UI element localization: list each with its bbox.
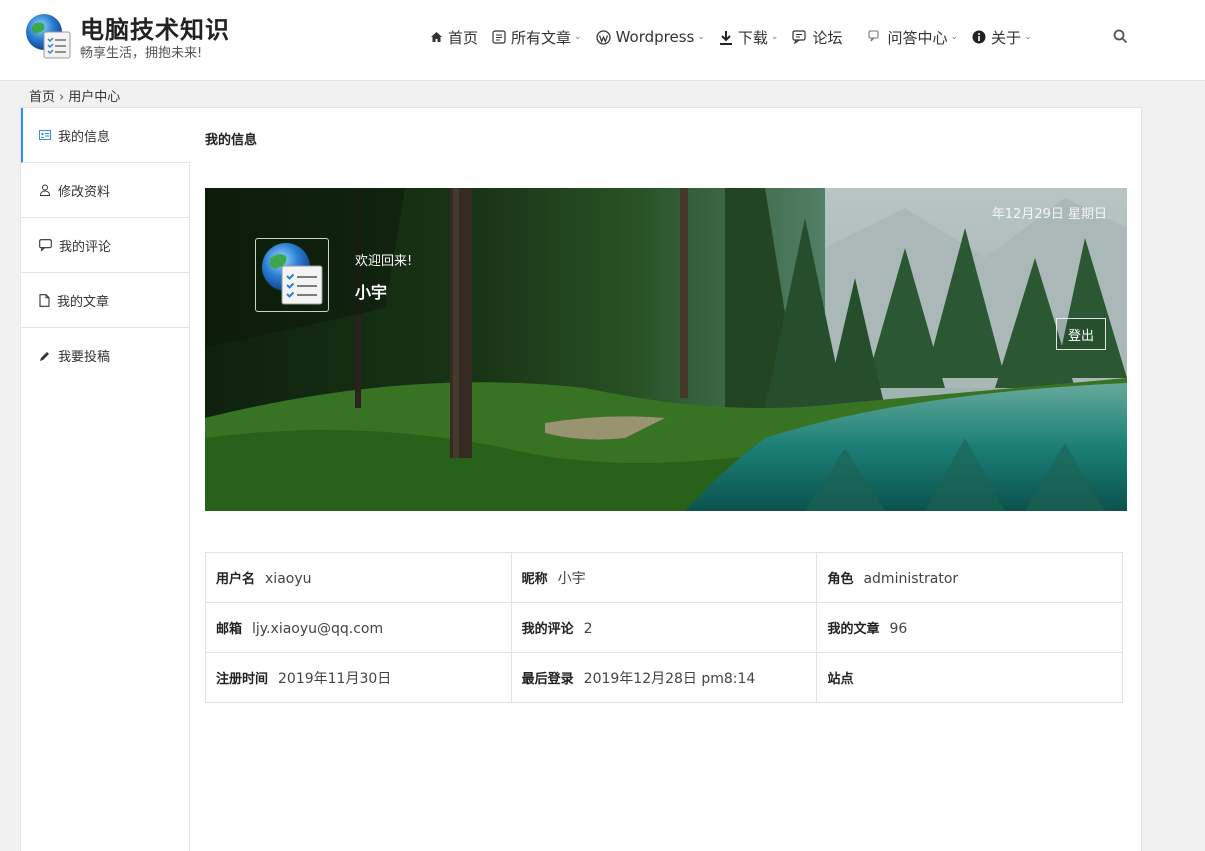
info-key: 用户名 — [216, 572, 256, 587]
info-value: ljy.xiaoyu@qq.com — [252, 621, 384, 637]
info-key: 站点 — [827, 672, 854, 687]
sidebar-item-edit-profile[interactable]: 修改资料 — [21, 163, 189, 218]
sidebar-item-label: 我的信息 — [58, 129, 111, 145]
info-cell-last-login: 最后登录 2019年12月28日 pm8:14 — [510, 652, 818, 703]
chevron-down-icon: ⌄ — [697, 32, 705, 42]
info-value: 96 — [889, 621, 908, 637]
chevron-down-icon: ⌄ — [770, 32, 779, 42]
site-title[interactable]: 电脑技术知识 — [80, 10, 230, 45]
pencil-icon — [40, 351, 49, 361]
nav-label: 所有文章 — [511, 28, 572, 47]
nav-label: 关于 — [991, 28, 1022, 47]
chevron-down-icon: ⌄ — [950, 32, 959, 42]
sidebar-item-label: 我的评论 — [59, 239, 112, 255]
search-icon[interactable] — [1113, 29, 1128, 44]
info-cell-site: 站点 — [816, 652, 1123, 703]
user-center-panel: 我的信息 修改资料 我的评论 我的文章 我要投稿 我的信息 年12月29日 星期… — [20, 107, 1142, 851]
main-nav: 首页 所有文章 ⌄ Wordpress ⌄ 下载 ⌄ 论坛 问答中心 ⌄ 关于 … — [430, 26, 1046, 48]
info-key: 注册时间 — [216, 671, 269, 687]
info-key: 角色 — [827, 572, 854, 587]
sidebar-item-my-articles[interactable]: 我的文章 — [21, 273, 189, 328]
info-cell-article-count: 我的文章 96 — [816, 602, 1123, 653]
nav-item-forum[interactable]: 论坛 — [792, 27, 842, 48]
site-subtitle: 畅享生活，拥抱未来! — [80, 46, 203, 61]
info-cell-username: 用户名 xiaoyu — [205, 552, 512, 603]
nav-item-qa[interactable]: 问答中心 ⌄ — [868, 27, 958, 48]
info-cell-nickname: 昵称 小宇 — [510, 552, 818, 603]
info-value: administrator — [863, 571, 959, 587]
sidebar-item-my-info[interactable]: 我的信息 — [21, 108, 191, 163]
forest-lake-background — [205, 188, 1127, 511]
nav-label: 下载 — [737, 28, 768, 47]
banner-date: 年12月29日 星期日 — [991, 207, 1107, 222]
nav-item-wordpress[interactable]: Wordpress ⌄ — [595, 28, 705, 46]
nav-item-home[interactable]: 首页 — [430, 27, 478, 48]
profile-banner: 年12月29日 星期日 欢迎回来! 小宇 登出 — [205, 188, 1127, 511]
info-key: 我的文章 — [827, 622, 880, 637]
nav-label: Wordpress — [615, 28, 695, 46]
article-icon — [492, 30, 506, 44]
sidebar-item-label: 修改资料 — [58, 184, 111, 200]
user-icon — [39, 184, 51, 196]
sidebar-item-label: 我的文章 — [57, 294, 110, 310]
profile-card-icon — [39, 130, 51, 140]
info-key: 最后登录 — [521, 671, 574, 687]
download-icon — [719, 30, 732, 45]
comment-icon — [39, 239, 52, 251]
nav-label: 论坛 — [812, 28, 843, 47]
user-nickname: 小宇 — [355, 283, 388, 302]
info-value: 小宇 — [557, 570, 586, 587]
info-cell-comment-count: 我的评论 2 — [510, 602, 818, 653]
info-value: 2019年11月30日 — [278, 670, 392, 687]
info-icon — [972, 30, 986, 44]
avatar-image-icon — [262, 243, 323, 305]
document-icon — [39, 293, 50, 307]
page-title: 我的信息 — [205, 133, 258, 148]
sidebar-item-submit-post[interactable]: 我要投稿 — [21, 328, 189, 383]
sidebar-item-my-comments[interactable]: 我的评论 — [21, 218, 189, 273]
info-value: 2019年12月28日 pm8:14 — [583, 670, 756, 687]
breadcrumb-separator: › — [59, 90, 65, 105]
table-row: 注册时间 2019年11月30日 最后登录 2019年12月28日 pm8:14 站… — [205, 652, 1123, 703]
breadcrumb-home[interactable]: 首页 — [29, 90, 55, 105]
nav-item-articles[interactable]: 所有文章 ⌄ — [492, 27, 582, 48]
table-row: 邮箱 ljy.xiaoyu@qq.com 我的评论 2 我的文章 96 — [205, 602, 1123, 653]
user-info-table: 用户名 xiaoyu 昵称 小宇 角色 administrator 邮箱 ljy.xia… — [205, 552, 1123, 703]
logout-button[interactable]: 登出 — [1056, 318, 1106, 350]
wordpress-icon — [595, 29, 611, 45]
site-logo-icon[interactable] — [24, 12, 72, 60]
welcome-text: 欢迎回来! — [355, 254, 413, 269]
nav-label: 问答中心 — [887, 28, 948, 47]
forum-icon — [792, 30, 807, 44]
nav-item-about[interactable]: 关于 ⌄ — [972, 27, 1032, 48]
info-cell-role: 角色 administrator — [816, 552, 1123, 603]
site-header: 电脑技术知识 畅享生活，拥抱未来! 首页 所有文章 ⌄ Wordpress ⌄ … — [0, 0, 1205, 81]
user-sidebar: 我的信息 修改资料 我的评论 我的文章 我要投稿 — [21, 108, 191, 851]
avatar[interactable] — [255, 238, 329, 312]
sidebar-item-label: 我要投稿 — [58, 350, 111, 365]
info-value: xiaoyu — [265, 571, 312, 587]
nav-item-download[interactable]: 下载 ⌄ — [719, 27, 779, 48]
info-cell-registered: 注册时间 2019年11月30日 — [205, 652, 512, 703]
nav-label: 首页 — [448, 28, 479, 47]
chevron-down-icon: ⌄ — [1024, 32, 1032, 42]
info-key: 我的评论 — [521, 622, 574, 637]
chevron-down-icon: ⌄ — [574, 32, 582, 42]
home-icon — [431, 32, 442, 42]
breadcrumb: 首页 › 用户中心 — [29, 86, 120, 105]
breadcrumb-current: 用户中心 — [68, 90, 121, 105]
info-value: 2 — [583, 621, 593, 637]
info-key: 昵称 — [521, 571, 548, 587]
qa-icon — [868, 30, 880, 42]
table-row: 用户名 xiaoyu 昵称 小宇 角色 administrator — [205, 552, 1123, 603]
info-key: 邮箱 — [216, 622, 243, 637]
info-cell-email: 邮箱 ljy.xiaoyu@qq.com — [205, 602, 512, 653]
